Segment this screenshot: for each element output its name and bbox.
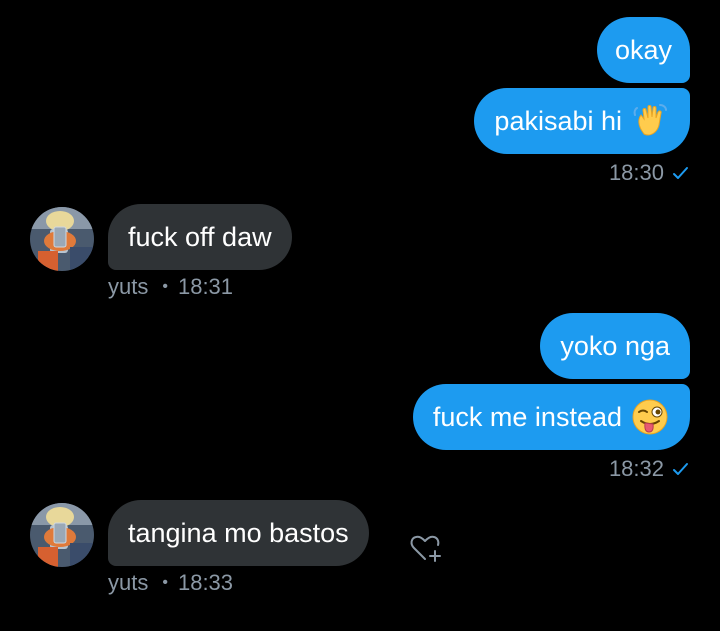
outgoing-message-bubble[interactable]: pakisabi hi bbox=[474, 88, 690, 154]
incoming-message-bubble[interactable]: fuck off daw bbox=[108, 204, 292, 270]
avatar-image bbox=[30, 503, 94, 567]
outgoing-message-bubble[interactable]: fuck me instead bbox=[412, 384, 690, 450]
timestamp: 18:32 bbox=[608, 456, 664, 481]
check-icon bbox=[673, 167, 688, 179]
timestamp: 18:33 bbox=[177, 570, 234, 595]
waving-hand-emoji bbox=[633, 104, 667, 136]
separator: • bbox=[162, 278, 168, 295]
timestamp: 18:31 bbox=[177, 274, 234, 299]
message-text: yoko nga bbox=[560, 330, 670, 361]
sender-name[interactable]: yuts bbox=[108, 570, 148, 596]
message-text: pakisabi hi bbox=[494, 105, 622, 136]
message-text: okay bbox=[614, 34, 672, 65]
separator: • bbox=[162, 574, 168, 591]
sender-name[interactable]: yuts bbox=[108, 274, 148, 300]
avatar[interactable] bbox=[30, 207, 94, 271]
message-meta: 18:32 bbox=[609, 456, 690, 482]
message-meta: yuts • 18:33 bbox=[108, 570, 233, 596]
avatar-image bbox=[30, 207, 94, 271]
winking-face-with-tongue-emoji bbox=[632, 399, 668, 435]
check-icon bbox=[673, 463, 688, 475]
message-meta: 18:30 bbox=[609, 160, 690, 186]
message-text: fuck off daw bbox=[128, 221, 272, 252]
outgoing-message-bubble[interactable]: okay bbox=[596, 17, 690, 83]
scroll-remnant bbox=[100, 0, 118, 2]
message-meta: yuts • 18:31 bbox=[108, 274, 233, 300]
add-reaction-heart-icon[interactable] bbox=[408, 530, 444, 566]
incoming-message-bubble[interactable]: tangina mo bastos bbox=[108, 500, 369, 566]
outgoing-message-bubble[interactable]: yoko nga bbox=[540, 313, 690, 379]
timestamp: 18:30 bbox=[608, 160, 664, 185]
message-text: tangina mo bastos bbox=[128, 517, 349, 548]
avatar[interactable] bbox=[30, 503, 94, 567]
message-text: fuck me instead bbox=[432, 401, 622, 432]
